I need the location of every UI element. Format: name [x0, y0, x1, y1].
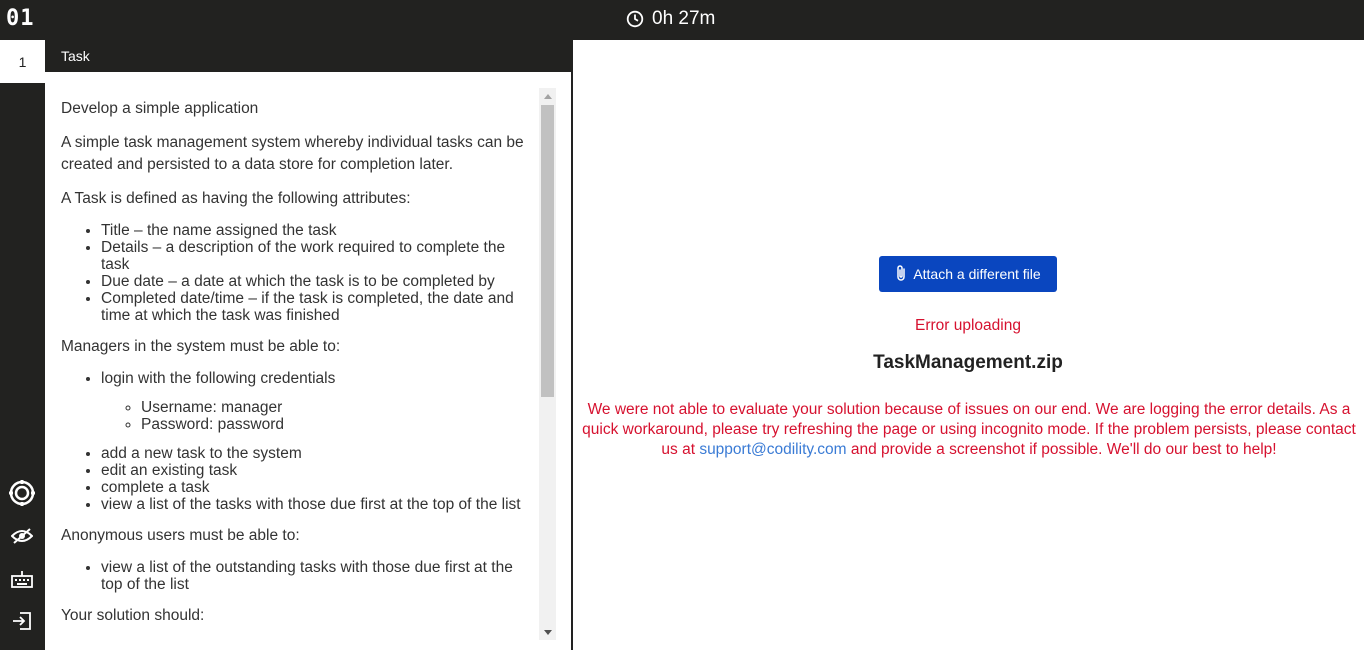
keyboard-icon[interactable] [7, 564, 37, 594]
scroll-up-arrow-icon[interactable] [539, 88, 556, 104]
solution-intro: Your solution should: [61, 607, 205, 624]
task-description-text: A simple task management system whereby … [61, 134, 524, 173]
error-message: We were not able to evaluate your soluti… [582, 401, 1356, 458]
list-item: view a list of the outstanding tasks wit… [101, 559, 537, 593]
credentials-list: Username: manager Password: password [141, 399, 537, 433]
task-tab-1[interactable]: 1 [0, 40, 45, 83]
attach-file-button[interactable]: Attach a different file [879, 256, 1057, 292]
task-description: Develop a simple application A simple ta… [61, 98, 537, 650]
list-item: Due date – a date at which the task is t… [101, 273, 537, 290]
task-intro: Develop a simple application [61, 100, 259, 117]
top-bar: 01 0h 27m [0, 0, 1364, 40]
list-item: Password: password [141, 416, 537, 433]
logo: 01 [6, 6, 35, 31]
list-item: Title – the name assigned the task [101, 222, 537, 239]
manager-actions-list: login with the following credentials Use… [101, 370, 537, 513]
anonymous-actions-list: view a list of the outstanding tasks wit… [101, 559, 537, 593]
list-item: Details – a description of the work requ… [101, 239, 537, 273]
timer: 0h 27m [626, 7, 715, 31]
scrollbar-thumb[interactable] [541, 105, 554, 397]
anonymous-intro: Anonymous users must be able to: [61, 527, 300, 544]
timer-value: 0h 27m [652, 8, 716, 29]
list-item: Username: manager [141, 399, 537, 416]
settings-icon[interactable] [7, 478, 37, 508]
exit-icon[interactable] [7, 606, 37, 636]
scroll-down-arrow-icon[interactable] [539, 624, 556, 640]
upload-panel: Attach a different file Error uploading … [574, 40, 1364, 650]
hide-icon[interactable] [7, 521, 37, 551]
list-item: Completed date/time – if the task is com… [101, 290, 537, 324]
clock-icon [626, 10, 644, 28]
paperclip-icon [895, 264, 907, 285]
support-email-link[interactable]: support@codility.com [699, 441, 846, 458]
task-scrollbar[interactable] [539, 88, 556, 640]
uploaded-filename: TaskManagement.zip [873, 352, 1063, 373]
sidebar: 1 [0, 40, 45, 650]
task-panel: Task Develop a simple application A simp… [45, 40, 573, 650]
list-item: complete a task [101, 479, 537, 496]
task-header: Task [45, 40, 572, 72]
attributes-intro: A Task is defined as having the followin… [61, 190, 411, 207]
list-item: edit an existing task [101, 462, 537, 479]
list-item: login with the following credentials Use… [101, 370, 537, 433]
managers-intro: Managers in the system must be able to: [61, 338, 341, 355]
list-item: view a list of the tasks with those due … [101, 496, 537, 513]
attach-button-label: Attach a different file [913, 266, 1041, 282]
attributes-list: Title – the name assigned the task Detai… [101, 222, 537, 324]
error-title: Error uploading [915, 317, 1021, 334]
list-item: add a new task to the system [101, 445, 537, 462]
